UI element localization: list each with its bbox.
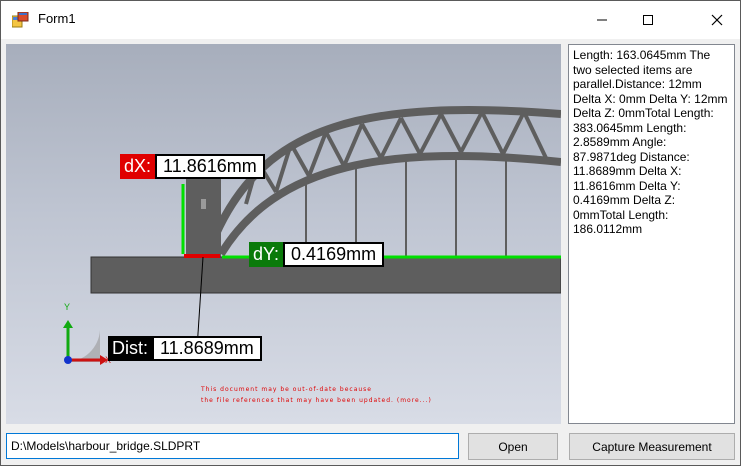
maximize-button[interactable] bbox=[625, 1, 671, 39]
file-path-input[interactable]: D:\Models\harbour_bridge.SLDPRT bbox=[6, 433, 459, 459]
dx-tag: dX: bbox=[120, 154, 156, 179]
triad-y-label: Y bbox=[64, 302, 71, 312]
form-app-icon bbox=[11, 11, 29, 28]
minimize-icon bbox=[597, 19, 607, 21]
close-button[interactable] bbox=[694, 1, 740, 39]
dx-value: 11.8616mm bbox=[155, 154, 265, 179]
dy-callout: dY: 0.4169mm bbox=[249, 242, 385, 267]
bridge-model bbox=[63, 106, 561, 365]
main-window: Form1 Y dX: 11.8616mm dY: 0.4169mm Dist:… bbox=[0, 0, 741, 466]
capture-measurement-button[interactable]: Capture Measurement bbox=[569, 433, 735, 460]
dx-callout: dX: 11.8616mm bbox=[120, 154, 265, 179]
file-path-value: D:\Models\harbour_bridge.SLDPRT bbox=[11, 439, 201, 453]
dy-value: 0.4169mm bbox=[283, 242, 385, 267]
model-viewport[interactable]: Y X dX: 11.8616mm dY: 0.4169mm Dist: 11.… bbox=[6, 44, 561, 424]
open-button[interactable]: Open bbox=[468, 433, 558, 460]
close-icon bbox=[711, 14, 723, 26]
dist-callout: Dist: 11.8689mm bbox=[108, 336, 262, 361]
maximize-icon bbox=[643, 15, 653, 25]
warning-line-1: This document may be out-of-date because bbox=[201, 386, 372, 393]
measurement-output-textbox[interactable]: Length: 163.0645mm The two selected item… bbox=[568, 44, 735, 424]
warning-line-2: the file references that may have been u… bbox=[201, 397, 432, 404]
out-of-date-warning[interactable]: This document may be out-of-date because… bbox=[201, 384, 432, 406]
measurement-output-text: Length: 163.0645mm The two selected item… bbox=[573, 48, 728, 236]
minimize-button[interactable] bbox=[579, 1, 625, 39]
dist-tag: Dist: bbox=[108, 336, 152, 361]
dy-tag: dY: bbox=[249, 242, 284, 267]
dist-value: 11.8689mm bbox=[152, 336, 262, 361]
title-bar[interactable]: Form1 bbox=[1, 1, 740, 39]
window-title: Form1 bbox=[38, 11, 76, 26]
